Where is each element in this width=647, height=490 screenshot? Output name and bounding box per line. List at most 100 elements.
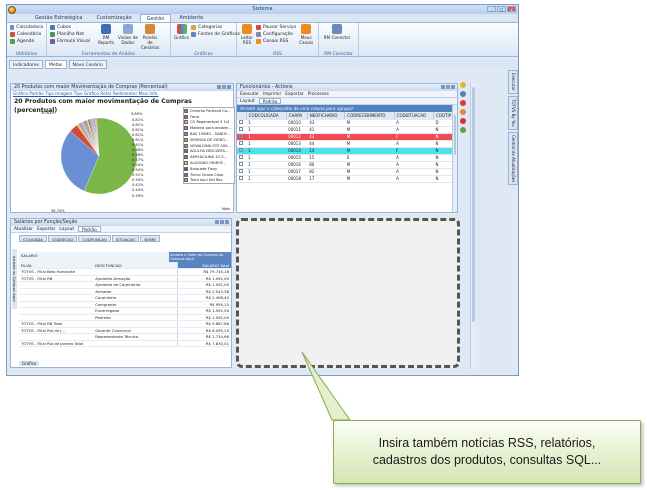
maximize-button[interactable]: □ [497,6,506,12]
legend-swatch [184,137,188,142]
column-header[interactable]: CODSITUACAO [394,112,435,120]
panel-close-icon[interactable] [227,85,231,89]
callout-line-2: cadastros dos produtos, consultas SQL... [372,453,602,467]
row-checkbox[interactable] [239,127,243,131]
legend-item: Torre Azul Del Rey [184,178,234,184]
field-chip[interactable]: SITUACAO [111,235,140,242]
planilha-button[interactable]: Planilha Net [50,31,94,38]
data-label: 0.40% [132,188,144,192]
edit-icon[interactable] [460,91,466,97]
table-cell: A [394,161,434,169]
side-tab-executar[interactable]: Executar [508,70,518,94]
tab-customizacao[interactable]: Customização [91,14,138,22]
table-row[interactable]: 1 00015 15 S A N [237,154,457,162]
app-orb-icon[interactable] [8,6,16,14]
field-chip[interactable]: COLIGADA [19,235,47,242]
pausar-servico-button[interactable]: Pausar Serviço [256,24,296,31]
row-checkbox[interactable] [239,176,243,180]
rm-conector-button[interactable]: RM Conector [322,24,352,40]
page-scrollbar[interactable] [470,83,476,369]
more-link[interactable]: Mais [222,207,230,211]
table-row[interactable]: 1 00018 17 M A N [237,175,457,183]
salary-panel-title: Salários por Função/Seção [11,219,231,226]
legend-swatch [184,178,188,183]
table-row[interactable]: 1 00017 82 M A N [237,168,457,176]
legend-swatch [184,132,188,137]
panel-close-icon[interactable] [451,85,455,89]
alert-icon[interactable] [460,118,466,124]
side-tab-central[interactable]: Central de Atualizações [508,131,518,185]
tab-metas[interactable]: Metas [45,60,67,69]
vertical-scrollbar[interactable] [452,105,457,212]
field-chip[interactable]: CODFUNCAO [78,235,111,242]
panel-close-icon[interactable] [225,220,229,224]
legend-swatch [184,143,188,148]
cubos-button[interactable]: Cubos [50,24,94,31]
table-row[interactable]: 1 00016 80 M A N [237,161,457,169]
layout-bar: Layout Padrão [237,98,457,105]
panel-menu-icon[interactable] [217,85,221,89]
row-checkbox[interactable] [239,120,243,124]
configuracao-button[interactable]: Configuração [256,31,296,38]
page-scroll-thumb[interactable] [472,87,475,322]
imprimir-button[interactable]: Imprimir [263,91,281,97]
tab-ambiente[interactable]: Ambiente [173,14,209,22]
table-row[interactable]: 1 00012 43 M F N [237,133,457,141]
executar-button[interactable]: Executar [240,91,259,97]
table-row[interactable]: 1 00014 14 M F N [237,147,457,155]
legend-label: SERINGA DE VIDRO... [190,137,229,142]
layout-select[interactable]: Padrão [258,98,282,105]
minimize-button[interactable]: _ [487,6,496,12]
row-checkbox[interactable] [239,134,243,138]
star-icon[interactable] [460,82,466,88]
close-button[interactable]: x [507,6,516,12]
scroll-thumb[interactable] [454,115,456,155]
empty-widget-slot[interactable] [236,218,460,368]
panel-refresh-icon[interactable] [220,220,224,224]
processos-button[interactable]: Processos [308,91,329,97]
pivot-table: FILIAL DESCFUNCAO SALARIO Total TOTVS - Fi… [19,262,231,347]
table-row[interactable]: 1 00010 43 M A D [237,119,457,127]
atualizar-button[interactable]: Atualizar [14,226,33,232]
column-header[interactable]: CODCOLIGADA [246,112,287,120]
field-chip[interactable]: NOME [140,235,160,242]
column-header[interactable]: CHAPA [286,112,308,120]
ribbon-tabs: Gestão Estratégica Customização Gestão A… [7,14,518,23]
select-column[interactable] [237,112,247,120]
delete-icon[interactable] [460,100,466,106]
canais-rss-button[interactable]: Canais RSS [256,38,296,45]
exportar-button[interactable]: Exportar [285,91,303,97]
row-checkbox[interactable] [239,141,243,145]
column-header[interactable]: NEOFICHARIO [307,112,346,120]
fontes-graficos-button[interactable]: Fontes de Gráficos [191,31,240,38]
panel-refresh-icon[interactable] [446,85,450,89]
table-row[interactable]: 1 00013 44 M A N [237,140,457,148]
check-icon[interactable] [460,127,466,133]
tab-gestao-estrategica[interactable]: Gestão Estratégica [29,14,89,22]
row-checkbox[interactable] [239,148,243,152]
salary-layout-select[interactable]: Padrão [78,226,101,233]
calculadora-button[interactable]: Calculadora [10,24,43,31]
row-checkbox[interactable] [239,169,243,173]
column-header[interactable]: CODRECEBIMENTO [344,112,395,120]
tab-indicadores[interactable]: Indicadores [9,60,43,69]
categorias-button[interactable]: Categorias [191,24,240,31]
tab-gestao[interactable]: Gestão [139,14,172,22]
formula-visual-button[interactable]: Fórmula Visual [50,38,94,45]
grafico-tab[interactable]: Gráfico [19,361,40,366]
side-tab-totvs[interactable]: TOTVS By You [508,95,518,130]
agenda-button[interactable]: Agenda [10,38,43,45]
info-icon[interactable] [460,109,466,115]
row-checkbox[interactable] [239,155,243,159]
panel-refresh-icon[interactable] [222,85,226,89]
table-row[interactable]: 1 00011 41 M A N [237,126,457,134]
panel-menu-icon[interactable] [215,220,219,224]
field-chip[interactable]: CODSECAO [47,235,78,242]
row-checkbox[interactable] [239,162,243,166]
tab-novo-cenario[interactable]: Novo Cenário [68,60,107,69]
exportar-salary-button[interactable]: Exportar [37,226,55,232]
salary-toolbar: Atualizar Exportar Layout Padrão [11,226,231,233]
calendario-button[interactable]: Calendário [10,31,43,38]
panel-menu-icon[interactable] [441,85,445,89]
salario-field[interactable]: SALARIO [19,252,169,262]
